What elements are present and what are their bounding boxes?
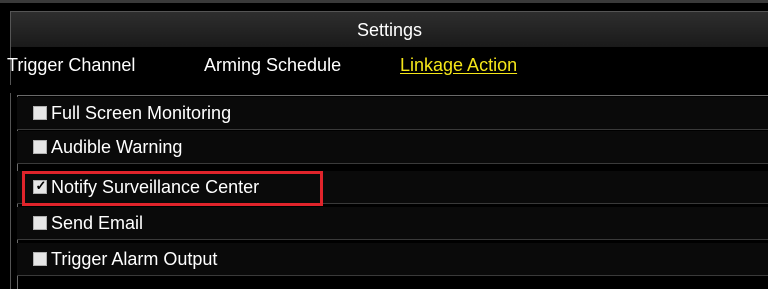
trigger-alarm-output-label: Trigger Alarm Output (51, 248, 218, 269)
send-email-label: Send Email (51, 212, 144, 233)
window-title: Settings (356, 20, 423, 40)
full-screen-monitoring-checkbox[interactable] (33, 106, 47, 120)
tab-trigger-channel[interactable]: Trigger Channel (7, 55, 135, 76)
action-row-send-email[interactable]: Send Email (17, 207, 768, 240)
full-screen-monitoring-label: Full Screen Monitoring (51, 102, 232, 123)
trigger-alarm-output-checkbox[interactable] (33, 252, 47, 266)
tab-linkage-action[interactable]: Linkage Action (400, 55, 517, 76)
checkmark-icon: ✓ (35, 178, 47, 193)
action-row-full-screen-monitoring[interactable]: Full Screen Monitoring (17, 97, 768, 130)
audible-warning-label: Audible Warning (51, 136, 183, 157)
notify-surveillance-center-checkbox[interactable]: ✓ (33, 178, 47, 194)
action-row-trigger-alarm-output[interactable]: Trigger Alarm Output (17, 243, 768, 276)
tab-bar: Trigger Channel Arming Schedule Linkage … (7, 47, 768, 85)
action-row-audible-warning[interactable]: Audible Warning (17, 131, 768, 164)
audible-warning-checkbox[interactable] (33, 140, 47, 154)
action-row-notify-surveillance-center[interactable]: ✓ Notify Surveillance Center (17, 171, 768, 204)
tab-arming-schedule[interactable]: Arming Schedule (204, 55, 341, 76)
title-bar: Settings (10, 11, 768, 47)
notify-surveillance-center-label: Notify Surveillance Center (51, 176, 260, 197)
settings-window: Settings Trigger Channel Arming Schedule… (0, 0, 768, 289)
send-email-checkbox[interactable] (33, 216, 47, 230)
linkage-action-panel: Full Screen Monitoring Audible Warning ✓… (10, 93, 768, 289)
